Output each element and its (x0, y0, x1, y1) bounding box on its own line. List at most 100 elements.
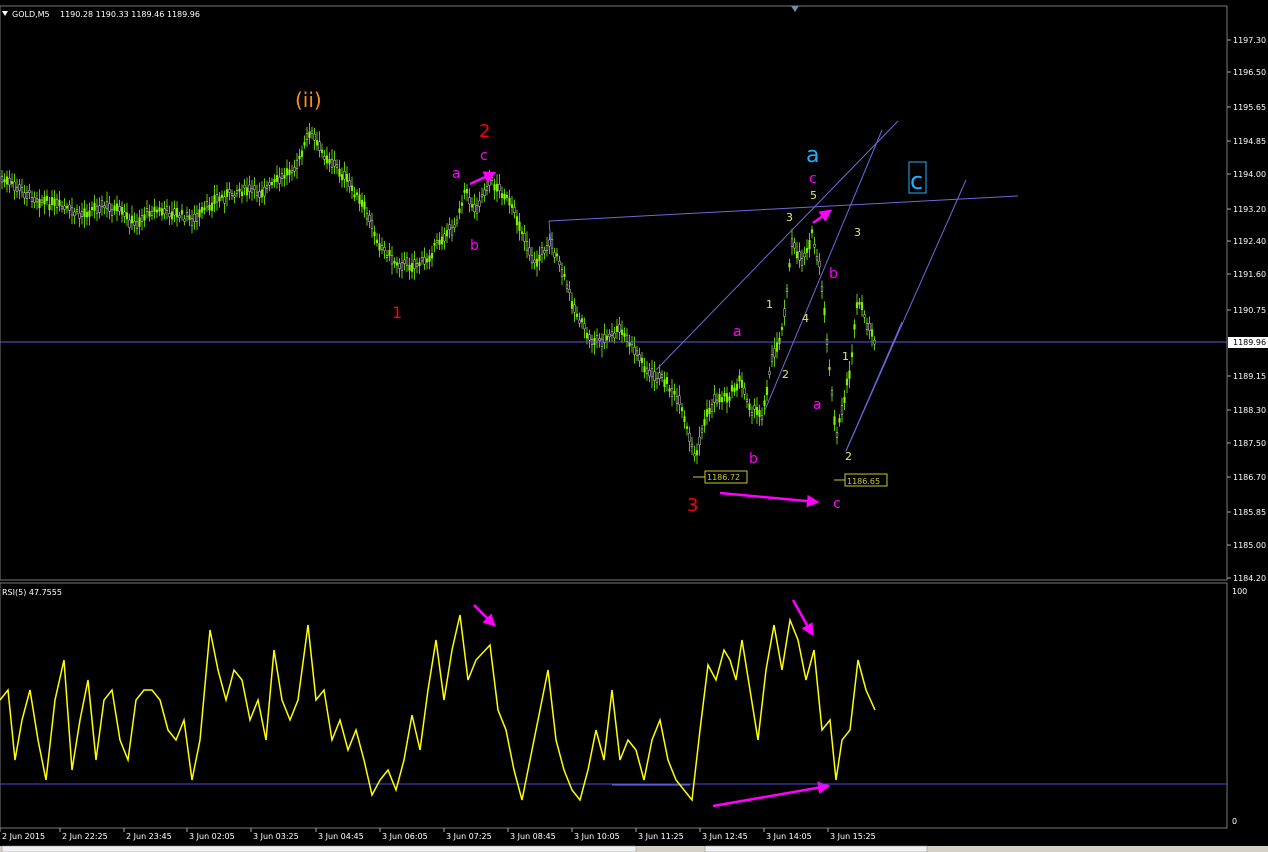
candle-body (775, 342, 779, 352)
candle-body (388, 250, 391, 256)
candle-body (563, 273, 566, 277)
candle-body (870, 329, 874, 337)
candle-body (145, 208, 149, 212)
candle-body (243, 184, 246, 189)
candle-body (363, 201, 366, 210)
candle-body (453, 224, 456, 228)
candle-body (260, 189, 264, 198)
candle-body (505, 195, 509, 198)
candle-body (853, 324, 856, 330)
candle-body (65, 205, 69, 209)
time-axis-label: 3 Jun 11:25 (638, 832, 684, 841)
candle-body (805, 247, 809, 253)
candle-body (288, 169, 291, 175)
candle-body (783, 308, 786, 317)
candle-body (673, 391, 676, 395)
candle-body (840, 405, 844, 415)
time-axis-label: 3 Jun 04:45 (318, 832, 364, 841)
candle-body (538, 254, 541, 261)
candle-body (633, 347, 636, 355)
price-axis-label: 1192.40 (1233, 237, 1266, 246)
candle-body (648, 370, 651, 377)
candle-body (438, 239, 441, 245)
candle-body (93, 203, 96, 211)
candle-body (185, 212, 189, 217)
time-axis-label: 3 Jun 10:05 (574, 832, 620, 841)
candle-body (58, 199, 61, 207)
candle-body (708, 408, 711, 415)
candle-body (105, 201, 109, 210)
candle-body (275, 175, 279, 182)
candle-body (470, 204, 474, 208)
candle-body (570, 301, 574, 309)
wave-label-y4: 4 (802, 312, 809, 325)
candle-body (793, 242, 796, 249)
candle-body (843, 396, 846, 403)
candle-body (573, 304, 576, 313)
candle-body (210, 202, 214, 211)
candle-body (175, 208, 179, 218)
candle-body (153, 206, 156, 212)
candle-body (485, 186, 489, 191)
candle-body (10, 181, 14, 184)
rsi-label: RSI(5) 47.7555 (2, 588, 62, 597)
candle-body (695, 450, 699, 456)
price-axis-label: 1189.15 (1233, 372, 1266, 381)
candle-body (323, 156, 326, 160)
candle-body (253, 185, 256, 190)
candle-body (35, 198, 39, 203)
candle-body (613, 332, 616, 339)
bottom-tab-active[interactable] (1, 845, 637, 852)
candle-body (803, 252, 806, 258)
candle-body (360, 199, 364, 207)
candle-body (315, 140, 319, 146)
candle-body (355, 192, 359, 195)
candle-body (143, 214, 146, 221)
wave-label-cyan-a: a (806, 143, 819, 168)
candle-body (203, 207, 206, 210)
candle-body (218, 196, 221, 202)
wave-label-a3: a (813, 397, 822, 413)
time-axis-label: 3 Jun 03:25 (253, 832, 299, 841)
wave-label-red-3: 3 (687, 495, 698, 516)
wave-label-y3b: 3 (854, 226, 861, 239)
candle-body (855, 302, 859, 309)
candle-body (165, 206, 169, 211)
candle-body (663, 379, 666, 387)
candle-body (458, 208, 461, 213)
wave-label-y2a: 2 (782, 368, 789, 381)
candle-body (440, 236, 444, 245)
time-axis-label: 2 Jun 23:45 (126, 832, 172, 841)
candle-body (378, 243, 381, 251)
time-axis: 2 Jun 2015 2 Jun 22:25 2 Jun 23:45 3 Jun 02… (0, 828, 876, 841)
candle-body (0, 175, 4, 183)
candle-body (765, 386, 769, 396)
candle-body (15, 187, 19, 192)
main-chart-area[interactable] (0, 5, 1228, 581)
time-axis-label: 3 Jun 06:05 (382, 832, 428, 841)
candle-body (808, 240, 811, 250)
candle-body (118, 206, 121, 212)
candle-body (655, 378, 659, 383)
candle-body (683, 416, 686, 422)
candle-body (833, 416, 836, 425)
candle-body (43, 197, 46, 205)
candle-body (725, 393, 729, 403)
candle-body (728, 396, 731, 401)
candle-body (468, 197, 471, 205)
candle-body (723, 393, 726, 397)
bottom-tab-2[interactable] (704, 845, 928, 852)
candle-body (858, 302, 861, 305)
candle-body (710, 404, 714, 412)
wave-label-y1a: 1 (766, 298, 773, 311)
candle-body (760, 415, 764, 421)
candle-body (408, 264, 411, 271)
candle-body (465, 189, 469, 194)
candle-body (90, 207, 94, 210)
candle-body (475, 205, 479, 214)
wave-label-cyan-c: c (910, 167, 923, 195)
candle-body (565, 284, 569, 289)
candle-body (50, 197, 54, 205)
candle-body (820, 286, 824, 292)
candle-body (575, 313, 579, 317)
